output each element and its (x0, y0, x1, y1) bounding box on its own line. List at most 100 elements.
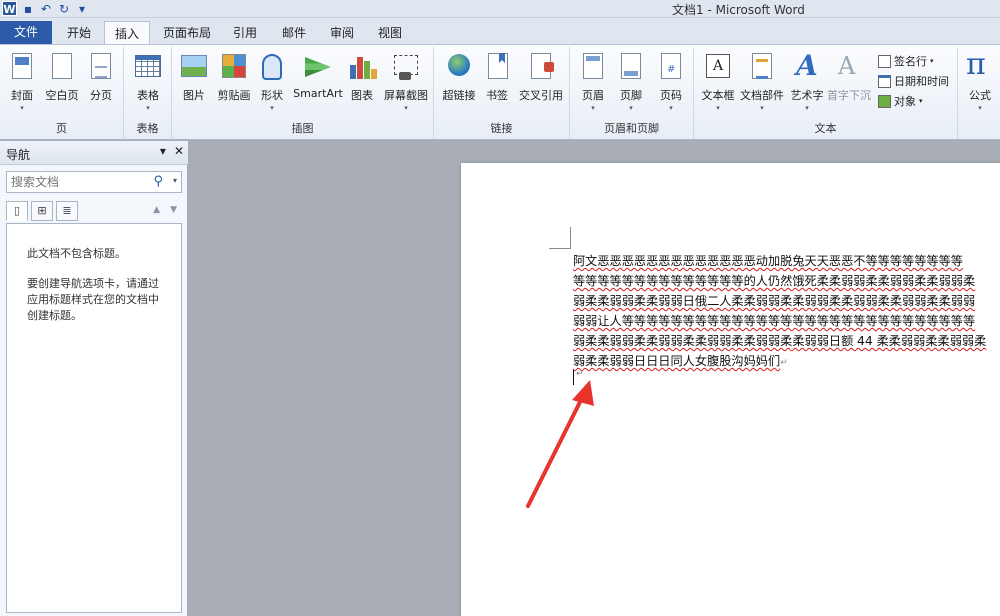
signature-line-button[interactable]: 签名行 ▾ (878, 53, 934, 69)
quick-parts-icon (752, 53, 772, 79)
bookmark-icon (488, 53, 508, 79)
blank-page-icon (52, 53, 72, 79)
picture-icon (181, 55, 207, 77)
shapes-icon (262, 54, 282, 80)
arrow-head (572, 380, 594, 406)
undo-icon[interactable]: ↶ (39, 2, 53, 16)
text-line: 弱柔柔弱弱日日日同人女腹股沟妈妈们↵ (573, 354, 788, 368)
hyperlink-button[interactable]: 超链接 (438, 51, 480, 103)
cross-reference-button[interactable]: 交叉引用 (516, 51, 566, 103)
chart-button[interactable]: 图表 (346, 51, 378, 103)
text-box-icon: A (706, 54, 730, 78)
drop-cap-button[interactable]: A 首字下沉 (826, 51, 872, 103)
navigation-content: 此文档不包含标题。 要创建导航选项卡，请通过应用标题样式在您的文档中创建标题。 (6, 223, 182, 613)
arrow-shaft (526, 392, 586, 508)
text-line: 弱弱让人等等等等等等等等等等等等等等等等等等等等等等等等等等等等等 (573, 314, 976, 328)
tab-insert[interactable]: 插入 (104, 21, 151, 45)
tab-view[interactable]: 视图 (378, 24, 402, 41)
wordart-icon: A (796, 49, 818, 82)
next-icon[interactable]: ▼ (170, 205, 177, 215)
text-line: 弱柔柔弱弱柔柔弱弱日俄二人柔柔弱弱柔柔弱弱柔柔弱弱柔柔弱弱柔柔弱弱 (573, 294, 976, 308)
calendar-icon (878, 74, 891, 88)
previous-icon[interactable]: ▲ (153, 205, 160, 215)
pane-options-icon[interactable]: ▾ (160, 144, 166, 158)
text-line: 弱柔柔弱弱柔柔弱弱柔柔弱弱柔柔弱弱柔柔弱弱日额 44 柔柔弱弱柔柔弱弱柔 (573, 334, 987, 348)
table-button[interactable]: 表格 ▾ (130, 51, 166, 112)
header-button[interactable]: 页眉 ▾ (576, 51, 610, 112)
group-header-footer: 页眉▾ 页脚▾ 页码▾ 页眉和页脚 (570, 47, 694, 139)
margin-corner-mark (549, 227, 571, 249)
group-label-pages: 页 (56, 122, 67, 135)
blank-page-button[interactable]: 空白页 (42, 51, 82, 103)
screenshot-button[interactable]: 屏幕截图 ▾ (380, 51, 432, 112)
group-label-links: 链接 (490, 122, 513, 135)
ribbon: 封面 ▾ 空白页 分页 页 表格 ▾ 表格 图片 剪贴画 形状 ▾ SmartA… (0, 44, 1000, 140)
object-button[interactable]: 对象 ▾ (878, 93, 923, 109)
picture-button[interactable]: 图片 (178, 51, 210, 103)
group-links: 超链接 书签 交叉引用 链接 (434, 47, 570, 139)
close-icon[interactable]: ✕ (174, 144, 184, 158)
search-options-icon[interactable]: ▾ (173, 176, 177, 185)
tab-pages[interactable]: ⊞ (31, 201, 53, 221)
group-illustrations: 图片 剪贴画 形状 ▾ SmartArt 图表 屏幕截图 ▾ 插图 (172, 47, 434, 139)
search-input[interactable] (11, 174, 151, 190)
save-icon[interactable]: ▪ (21, 2, 35, 16)
text-box-button[interactable]: A 文本框 ▾ (698, 51, 738, 112)
ribbon-tabs: 文件 开始 插入 页面布局 引用 邮件 审阅 视图 (0, 18, 1000, 45)
smartart-icon (305, 57, 331, 77)
screenshot-icon (394, 55, 418, 80)
group-text: A 文本框 ▾ 文档部件 ▾ A 艺术字 ▾ A 首字下沉 签名行 ▾ 日期和时间 对象… (694, 47, 958, 139)
customize-qat-icon[interactable]: ▾ (75, 2, 89, 16)
equation-icon: π (966, 47, 986, 82)
clip-art-button[interactable]: 剪贴画 (214, 51, 254, 103)
text-line: 等等等等等等等等等等等等等等的人仍然饿死柔柔弱弱柔柔弱弱柔柔弱弱柔 (573, 274, 976, 288)
search-icon[interactable]: ⚲ (153, 174, 163, 189)
watermark-url: jingyan.baidu.com (770, 568, 900, 584)
page-break-icon (91, 53, 111, 79)
word-logo-icon[interactable]: W (2, 1, 17, 16)
tab-references[interactable]: 引用 (233, 24, 257, 41)
annotation-arrow (526, 380, 594, 508)
cover-page-button[interactable]: 封面 ▾ (4, 51, 40, 112)
page-break-button[interactable]: 分页 (84, 51, 118, 103)
title-bar: W ▪ ↶ ↻ ▾ 文档1 - Microsoft Word (0, 0, 1000, 18)
cross-reference-icon (531, 53, 554, 79)
chart-icon (350, 55, 377, 79)
no-headings-message: 此文档不包含标题。 (27, 247, 126, 260)
signature-line-icon (878, 54, 891, 68)
text-line: 阿文恶恶恶恶恶恶恶恶恶恶恶恶恶动加脱兔天天恶恶不等等等等等等等等 (573, 254, 963, 268)
hyperlink-icon (448, 54, 470, 76)
navigation-title: 导航 (6, 148, 31, 162)
footer-button[interactable]: 页脚 ▾ (614, 51, 648, 112)
tab-review[interactable]: 审阅 (330, 24, 354, 41)
redo-icon[interactable]: ↻ (57, 2, 71, 16)
tab-mailings[interactable]: 邮件 (282, 24, 306, 41)
object-icon (878, 94, 891, 108)
wordart-button[interactable]: A 艺术字 ▾ (788, 49, 826, 112)
shapes-button[interactable]: 形状 ▾ (256, 51, 288, 112)
group-pages: 封面 ▾ 空白页 分页 页 (0, 47, 124, 139)
tab-file[interactable]: 文件 (0, 21, 52, 44)
create-headings-hint: 要创建导航选项卡，请通过应用标题样式在您的文档中创建标题。 (27, 277, 159, 322)
tab-home[interactable]: 开始 (67, 24, 91, 41)
page-number-icon (661, 53, 681, 79)
search-box: ⚲ ▾ (6, 171, 182, 193)
drop-cap-icon: A (838, 52, 856, 80)
tab-results[interactable]: ≣ (56, 201, 78, 221)
smartart-button[interactable]: SmartArt (292, 51, 344, 100)
equation-button[interactable]: π 公式 ▾ (962, 47, 998, 112)
tab-page-layout[interactable]: 页面布局 (163, 24, 211, 41)
tab-headings[interactable]: ▯ (6, 201, 28, 221)
bookmark-button[interactable]: 书签 (482, 51, 512, 103)
navigation-pane: 导航 ▾ ✕ ⚲ ▾ ▯ ⊞ ≣ ▲ ▼ 此文档不包含标题。 要创建导航选项卡，… (0, 141, 188, 616)
date-time-button[interactable]: 日期和时间 (878, 73, 949, 89)
quick-parts-button[interactable]: 文档部件 ▾ (738, 51, 786, 112)
baidu-watermark: Baidu经验 jingyan.baidu.com (770, 520, 944, 584)
document-text[interactable]: 阿文恶恶恶恶恶恶恶恶恶恶恶恶恶动加脱兔天天恶恶不等等等等等等等等 等等等等等等等… (573, 251, 1000, 371)
group-label-text: 文本 (814, 122, 837, 135)
footer-icon (621, 53, 641, 79)
page-number-button[interactable]: 页码▾ (654, 51, 688, 112)
quick-access-toolbar: W ▪ ↶ ↻ ▾ (2, 1, 89, 16)
group-label-illustrations: 插图 (291, 122, 314, 135)
clip-art-icon (222, 54, 246, 78)
